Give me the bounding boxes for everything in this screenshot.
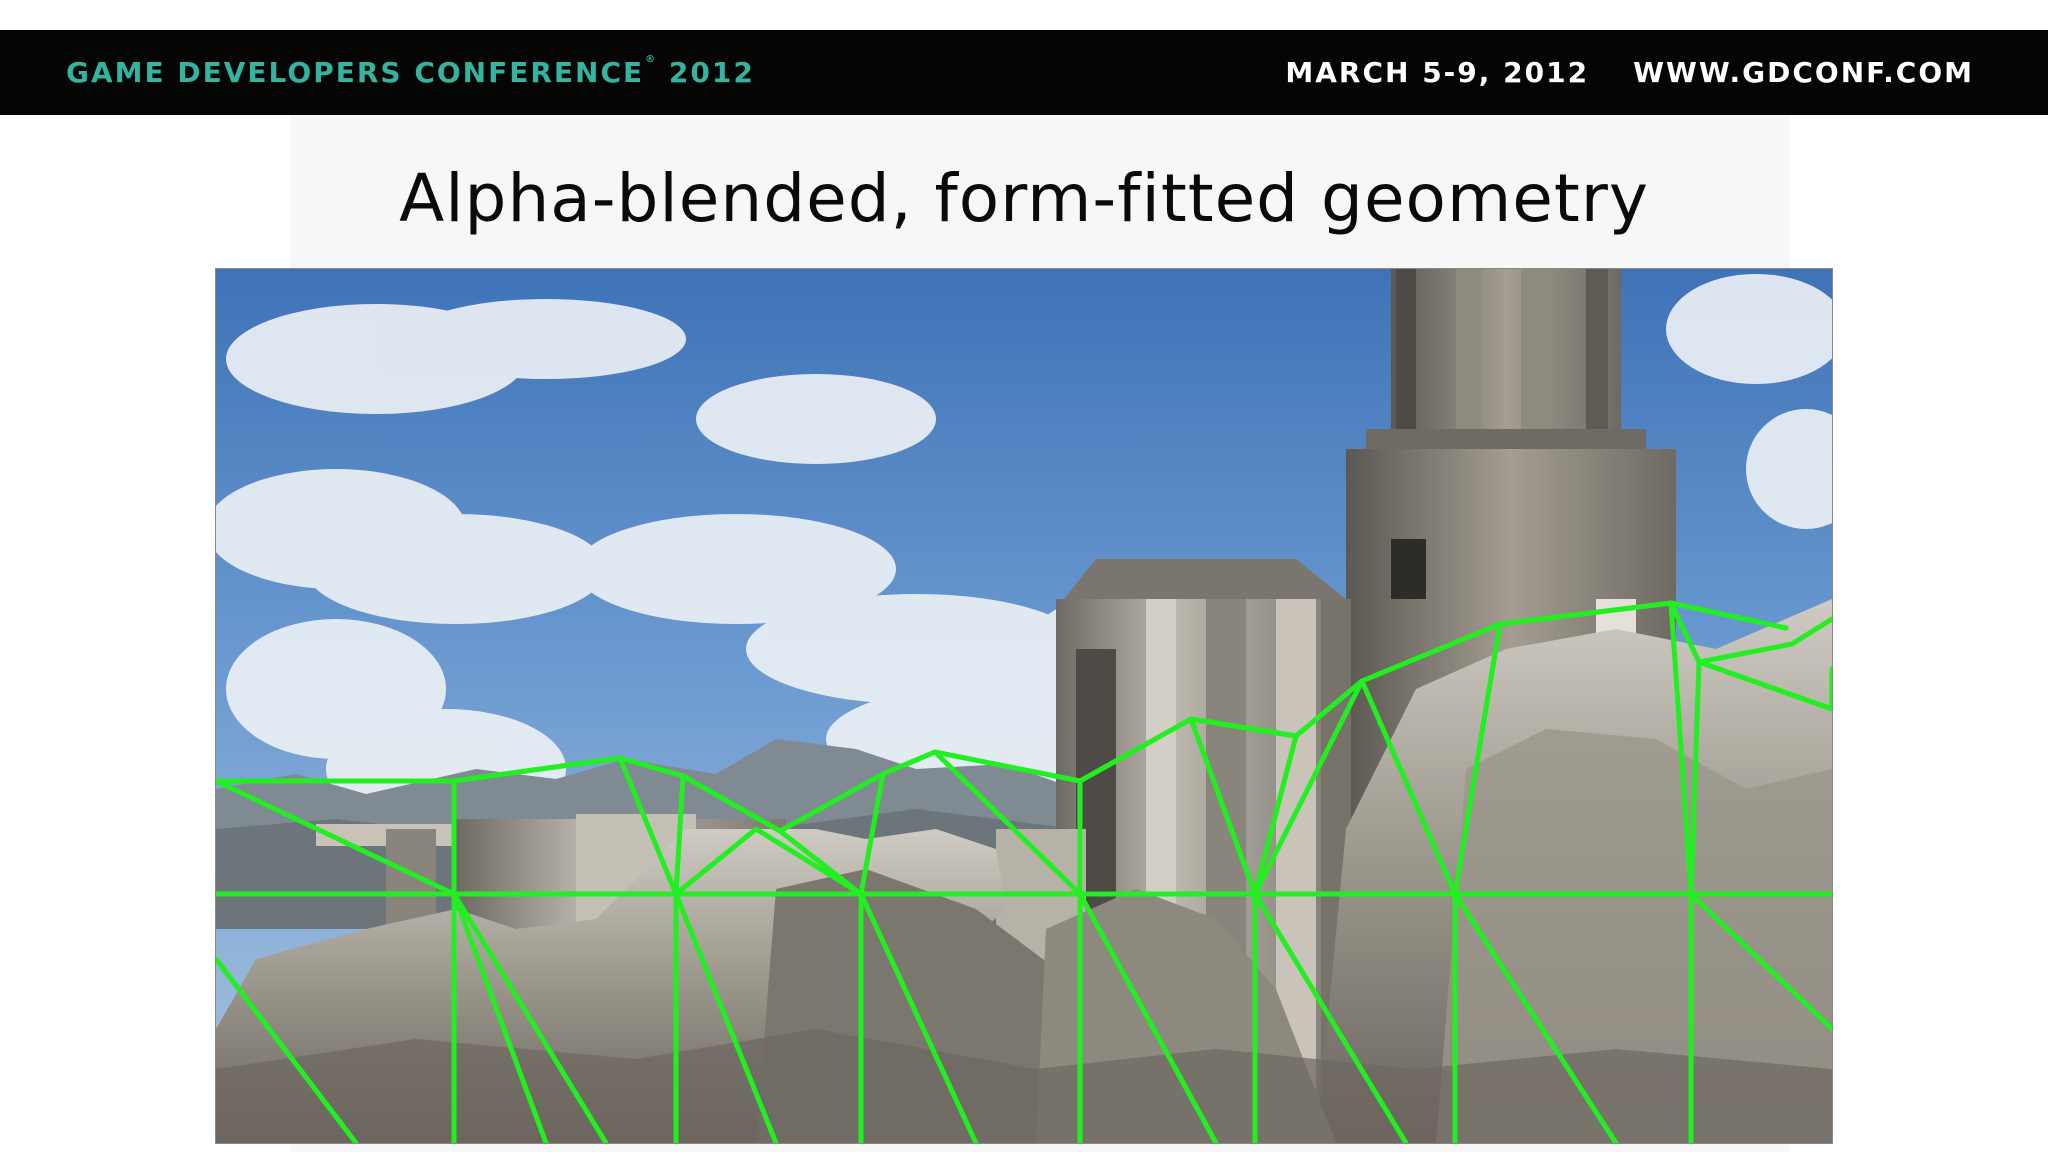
conference-year: 2012	[668, 56, 755, 89]
conference-website[interactable]: WWW.GDCONF.COM	[1633, 56, 1974, 89]
slide-title: Alpha-blended, form-fitted geometry	[399, 160, 1649, 237]
game-screenshot	[215, 268, 1833, 1144]
conference-dates: MARCH 5-9, 2012	[1285, 56, 1590, 89]
conference-title: GAME DEVELOPERS CONFERENCE	[66, 56, 645, 89]
conference-info: MARCH 5-9, 2012 WWW.GDCONF.COM	[1241, 30, 1974, 115]
conference-name: GAME DEVELOPERS CONFERENCE® 2012	[66, 30, 755, 115]
scene-illustration	[216, 269, 1832, 1143]
conference-banner: GAME DEVELOPERS CONFERENCE® 2012 MARCH 5…	[0, 30, 2048, 115]
trademark-mark: ®	[645, 54, 658, 65]
